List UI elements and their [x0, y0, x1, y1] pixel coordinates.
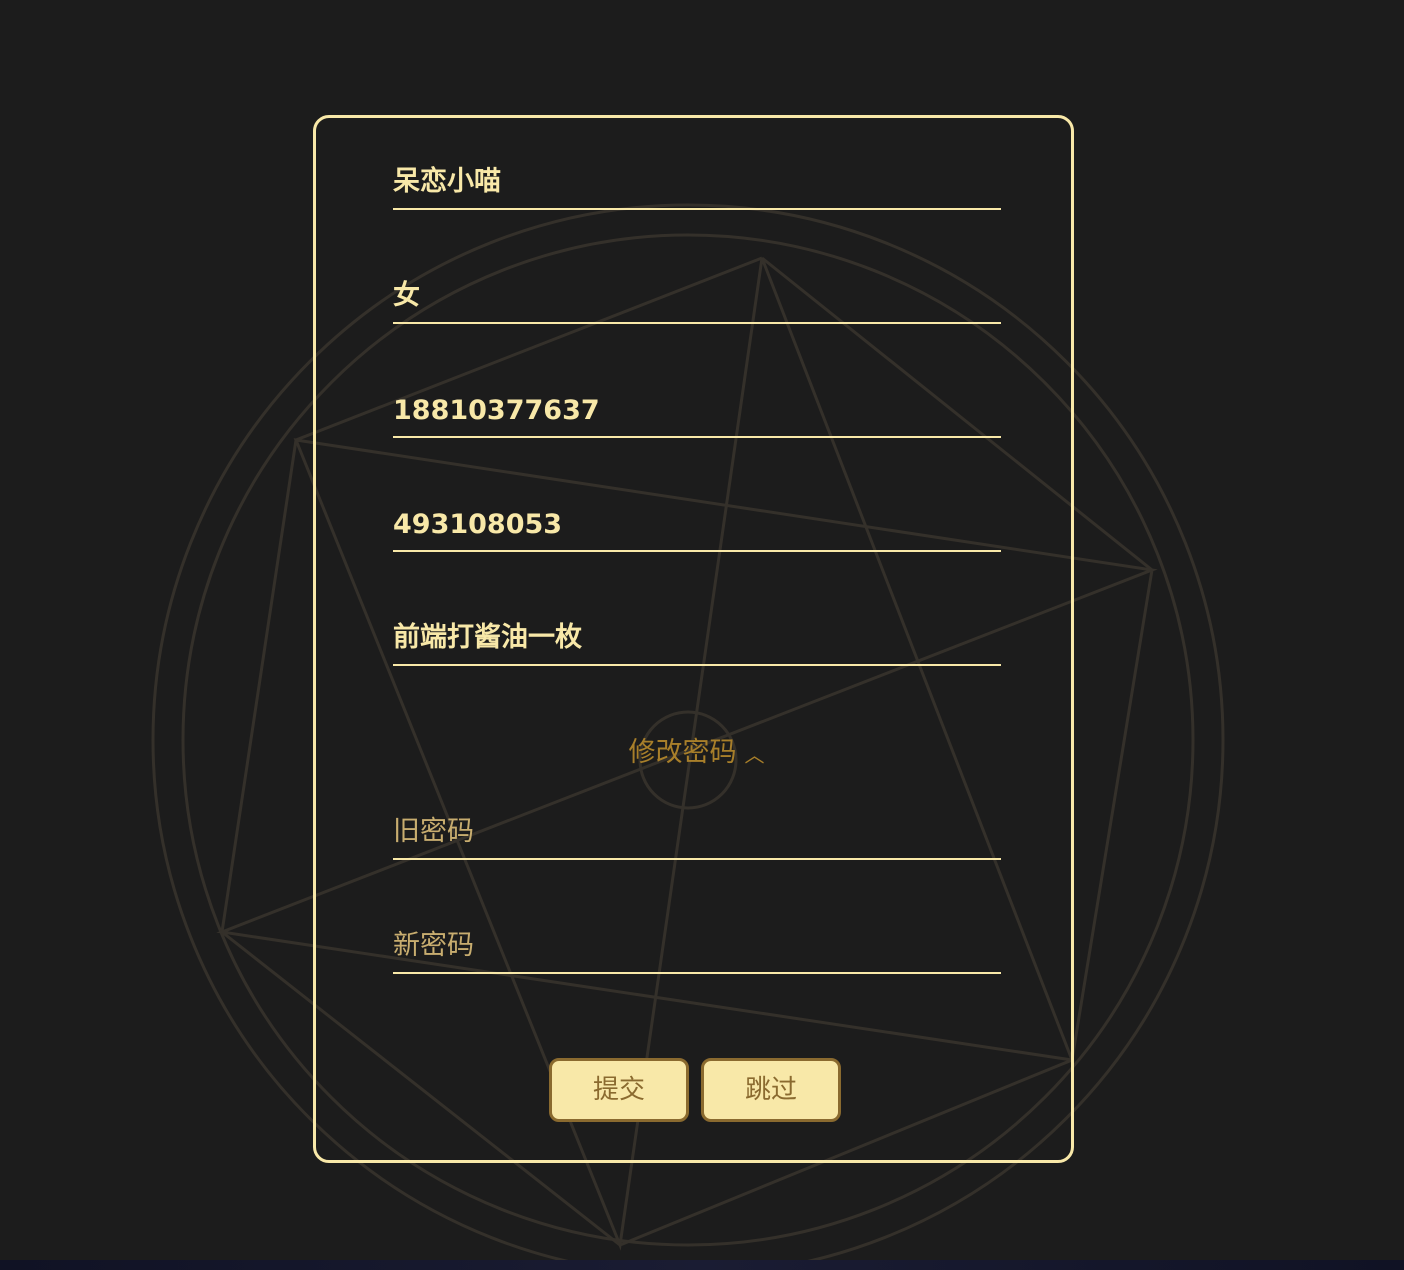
signature-value: 前端打酱油一枚 — [393, 622, 582, 653]
nickname-field[interactable]: 呆恋小喵 — [393, 166, 1001, 210]
qq-value: 493108053 — [393, 509, 563, 540]
change-password-label: 修改密码 — [628, 737, 737, 768]
submit-button[interactable]: 提交 — [549, 1058, 689, 1122]
phone-field[interactable]: 18810377637 — [393, 395, 1001, 438]
profile-page: 呆恋小喵 女 18810377637 493108053 前端打酱油一枚 修改密… — [0, 0, 1404, 1270]
old-password-field[interactable]: 旧密码 — [393, 816, 1001, 860]
nickname-value: 呆恋小喵 — [393, 166, 501, 197]
gender-value: 女 — [393, 280, 420, 311]
new-password-placeholder: 新密码 — [393, 930, 474, 961]
phone-value: 18810377637 — [393, 395, 600, 426]
qq-field[interactable]: 493108053 — [393, 509, 1001, 552]
bottom-strip — [0, 1260, 1404, 1270]
gender-field[interactable]: 女 — [393, 280, 1001, 324]
chevron-up-icon: ︿ — [744, 743, 765, 767]
signature-field[interactable]: 前端打酱油一枚 — [393, 622, 1001, 666]
new-password-field[interactable]: 新密码 — [393, 930, 1001, 974]
old-password-placeholder: 旧密码 — [393, 816, 474, 847]
profile-form-card: 呆恋小喵 女 18810377637 493108053 前端打酱油一枚 修改密… — [313, 115, 1074, 1163]
change-password-toggle[interactable]: 修改密码 ︿ — [316, 730, 1077, 769]
skip-button[interactable]: 跳过 — [701, 1058, 841, 1122]
